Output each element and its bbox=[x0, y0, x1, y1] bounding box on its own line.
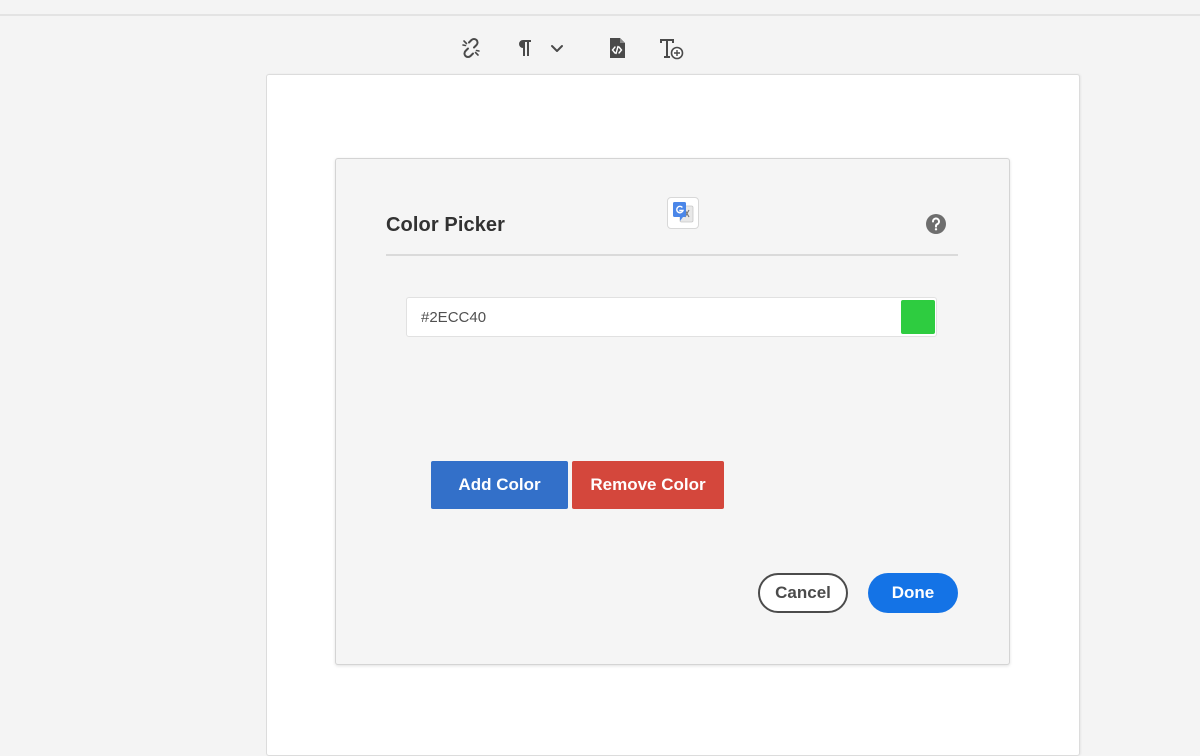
unlink-icon[interactable] bbox=[457, 34, 485, 62]
editor-toolbar bbox=[0, 34, 1200, 64]
cancel-button[interactable]: Cancel bbox=[758, 573, 848, 613]
help-icon[interactable] bbox=[926, 214, 946, 234]
color-field bbox=[406, 297, 937, 337]
google-translate-icon[interactable] bbox=[667, 197, 699, 229]
remove-color-button[interactable]: Remove Color bbox=[572, 461, 724, 509]
dialog-title: Color Picker bbox=[386, 214, 506, 236]
color-swatch[interactable] bbox=[901, 300, 935, 334]
paragraph-icon[interactable] bbox=[510, 34, 538, 62]
source-file-icon[interactable] bbox=[603, 34, 631, 62]
add-color-button[interactable]: Add Color bbox=[431, 461, 568, 509]
title-divider bbox=[386, 254, 958, 256]
chevron-down-icon[interactable] bbox=[543, 34, 571, 62]
top-divider bbox=[0, 14, 1200, 16]
done-button[interactable]: Done bbox=[868, 573, 958, 613]
text-style-icon[interactable] bbox=[657, 34, 685, 62]
color-picker-dialog: Color Picker Add Color Remove Color Canc… bbox=[335, 158, 1010, 665]
color-hex-input[interactable] bbox=[407, 298, 897, 336]
